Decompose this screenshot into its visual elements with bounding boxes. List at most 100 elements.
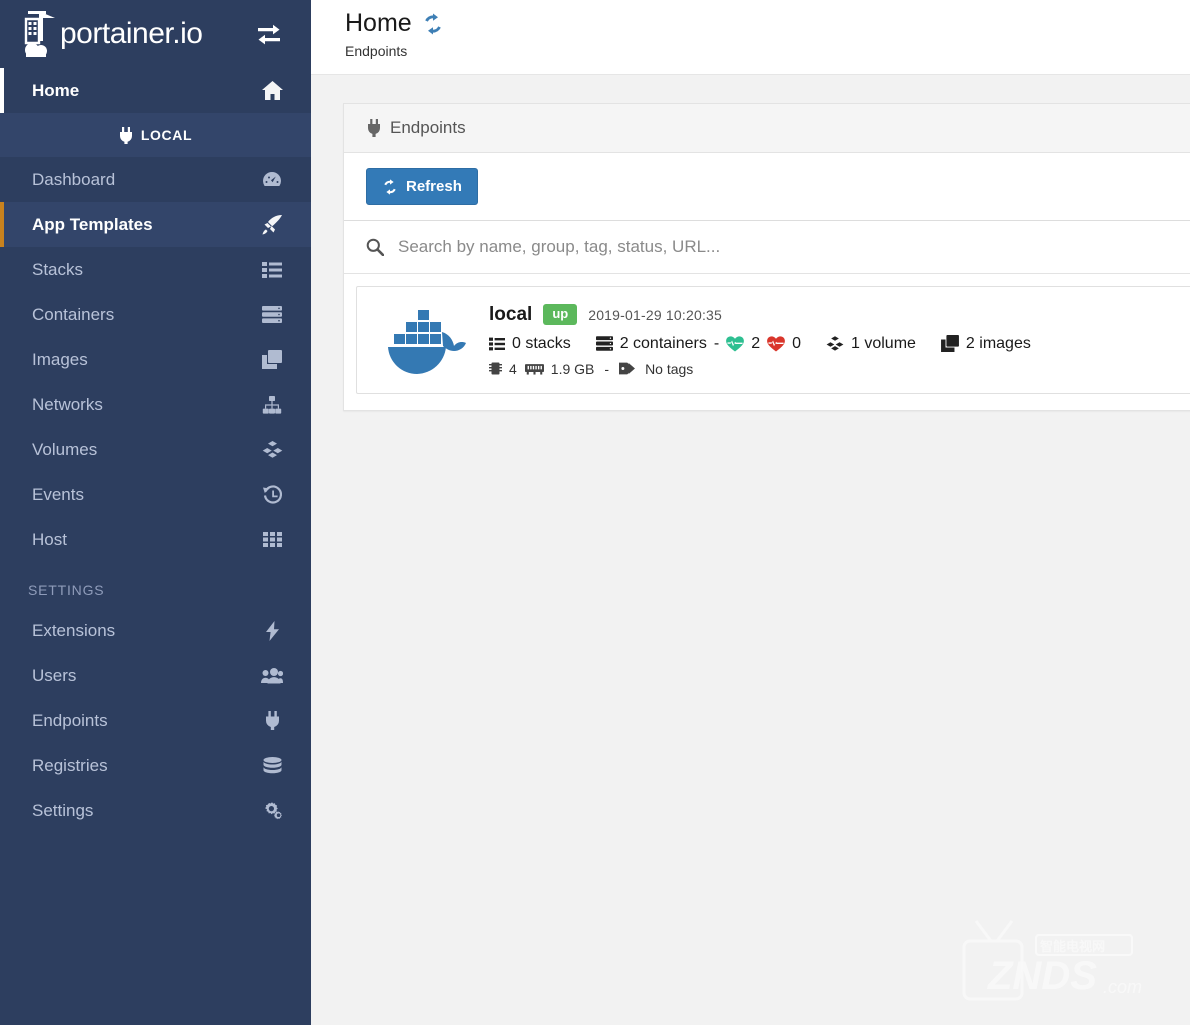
endpoint-details: local up 2019-01-29 10:20:35 0 stacks 2 …	[483, 304, 1190, 377]
clone-icon	[261, 350, 283, 369]
sidebar-item-label: Stacks	[32, 260, 84, 279]
resource-memory: 1.9 GB	[524, 360, 595, 377]
resource-separator: -	[604, 360, 610, 377]
sidebar-item-app-templates[interactable]: App Templates	[0, 202, 311, 247]
panel-title: Endpoints	[390, 118, 466, 137]
stat-volumes: 1 volume	[826, 335, 916, 353]
sidebar-item-label: Images	[32, 350, 88, 369]
svg-text:.com: .com	[1103, 977, 1142, 997]
sidebar-item-label: Containers	[32, 305, 115, 324]
sidebar-item-registries[interactable]: Registries	[0, 743, 311, 788]
search-input[interactable]	[398, 237, 1190, 257]
memory-icon	[524, 362, 544, 375]
app-root: portainer.io Home LOCAL Dashboard App Te…	[0, 0, 1190, 1025]
sidebar-item-label: Dashboard	[32, 170, 116, 189]
sidebar: portainer.io Home LOCAL Dashboard App Te…	[0, 0, 311, 1025]
page-header: Home Endpoints	[311, 0, 1190, 75]
page-breadcrumb: Endpoints	[345, 42, 408, 59]
exchange-arrows-icon[interactable]	[255, 20, 283, 46]
plug-icon	[261, 711, 283, 730]
list-icon	[261, 261, 283, 278]
stat-stacks-label: 0 stacks	[512, 334, 571, 352]
refresh-button-label: Refresh	[406, 178, 462, 195]
bolt-icon	[261, 620, 283, 641]
rocket-icon	[261, 214, 283, 235]
cubes-icon	[826, 335, 844, 352]
stat-containers-label: 2 containers	[619, 334, 707, 352]
endpoint-header-row: local up 2019-01-29 10:20:35	[489, 304, 1190, 326]
sidebar-item-events[interactable]: Events	[0, 472, 311, 517]
sidebar-item-dashboard[interactable]: Dashboard	[0, 157, 311, 202]
stat-stacks: 0 stacks	[489, 335, 571, 353]
refresh-icon	[382, 178, 398, 195]
sidebar-item-label: Endpoints	[32, 711, 108, 730]
resource-cpu-value: 4	[509, 360, 517, 377]
endpoints-panel: Endpoints Refresh Search by name, group,…	[343, 103, 1190, 411]
brand-name: portainer.io	[60, 17, 203, 50]
brand: portainer.io	[0, 0, 311, 68]
sitemap-icon	[261, 395, 283, 414]
microchip-icon	[489, 361, 502, 376]
sidebar-item-stacks[interactable]: Stacks	[0, 247, 311, 292]
sidebar-item-extensions[interactable]: Extensions	[0, 608, 311, 653]
panel-actions: Refresh	[344, 153, 1190, 221]
sidebar-item-home[interactable]: Home	[0, 68, 311, 113]
sidebar-item-images[interactable]: Images	[0, 337, 311, 382]
sidebar-item-label: Host	[32, 530, 67, 549]
sidebar-item-label: Volumes	[32, 440, 98, 459]
endpoint-list: local up 2019-01-29 10:20:35 0 stacks 2 …	[344, 274, 1190, 410]
home-icon	[261, 81, 283, 100]
stat-volumes-label: 1 volume	[851, 334, 916, 352]
panel-wrapper: Endpoints Refresh Search by name, group,…	[311, 75, 1190, 411]
panel-header: Endpoints	[344, 104, 1190, 153]
heartbeat-green-icon	[726, 335, 745, 352]
status-badge: up	[543, 304, 578, 325]
sidebar-item-users[interactable]: Users	[0, 653, 311, 698]
sidebar-item-label: Events	[32, 485, 84, 504]
sidebar-item-endpoints[interactable]: Endpoints	[0, 698, 311, 743]
resource-memory-value: 1.9 GB	[550, 360, 595, 377]
heartbeat-red-icon	[767, 335, 785, 352]
database-icon	[261, 756, 283, 775]
plug-icon	[119, 126, 133, 144]
list-icon	[489, 337, 505, 351]
cogs-icon	[261, 801, 283, 820]
sidebar-item-label: Settings	[32, 801, 94, 820]
stat-healthy-count: 2	[751, 334, 761, 352]
tag-icon	[619, 361, 638, 376]
portainer-logo-icon	[22, 9, 64, 59]
sidebar-environment-label: LOCAL	[140, 127, 193, 143]
resource-cpu: 4	[489, 361, 517, 377]
sidebar-item-label: App Templates	[32, 215, 153, 234]
sidebar-section-settings: SETTINGS	[28, 582, 105, 598]
stat-images: 2 images	[940, 335, 1031, 353]
refresh-button[interactable]: Refresh	[366, 168, 478, 205]
server-icon	[261, 306, 283, 323]
sidebar-item-host[interactable]: Host	[0, 517, 311, 562]
search-row	[344, 221, 1190, 274]
search-icon	[366, 238, 384, 256]
docker-whale-icon	[373, 302, 483, 378]
svg-text:智能电视网: 智能电视网	[1040, 939, 1105, 954]
sidebar-item-volumes[interactable]: Volumes	[0, 427, 311, 472]
resource-tags-label: No tags	[645, 360, 694, 377]
sidebar-environment-header: LOCAL	[0, 113, 311, 157]
watermark: 智能电视网 ZNDS .com	[958, 915, 1168, 1010]
stat-containers: 2 containers - 2 0	[595, 334, 801, 353]
page-title: Home	[345, 9, 1190, 38]
endpoint-resources-row: 4 1.9 GB - No tags	[489, 361, 1190, 377]
refresh-icon[interactable]	[422, 13, 444, 35]
tachometer-icon	[261, 171, 283, 189]
sidebar-item-containers[interactable]: Containers	[0, 292, 311, 337]
stat-separator: -	[713, 334, 720, 352]
history-icon	[261, 485, 283, 504]
server-icon	[595, 336, 613, 351]
svg-text:ZNDS: ZNDS	[987, 954, 1097, 998]
sidebar-item-label: Networks	[32, 395, 103, 414]
endpoint-card-local[interactable]: local up 2019-01-29 10:20:35 0 stacks 2 …	[356, 286, 1190, 394]
sidebar-item-label: Users	[32, 666, 77, 685]
sidebar-item-networks[interactable]: Networks	[0, 382, 311, 427]
endpoint-stats-row: 0 stacks 2 containers - 2 0 1 volume 2 i…	[489, 335, 1190, 353]
sidebar-item-settings[interactable]: Settings	[0, 788, 311, 833]
endpoint-name: local	[489, 303, 533, 325]
